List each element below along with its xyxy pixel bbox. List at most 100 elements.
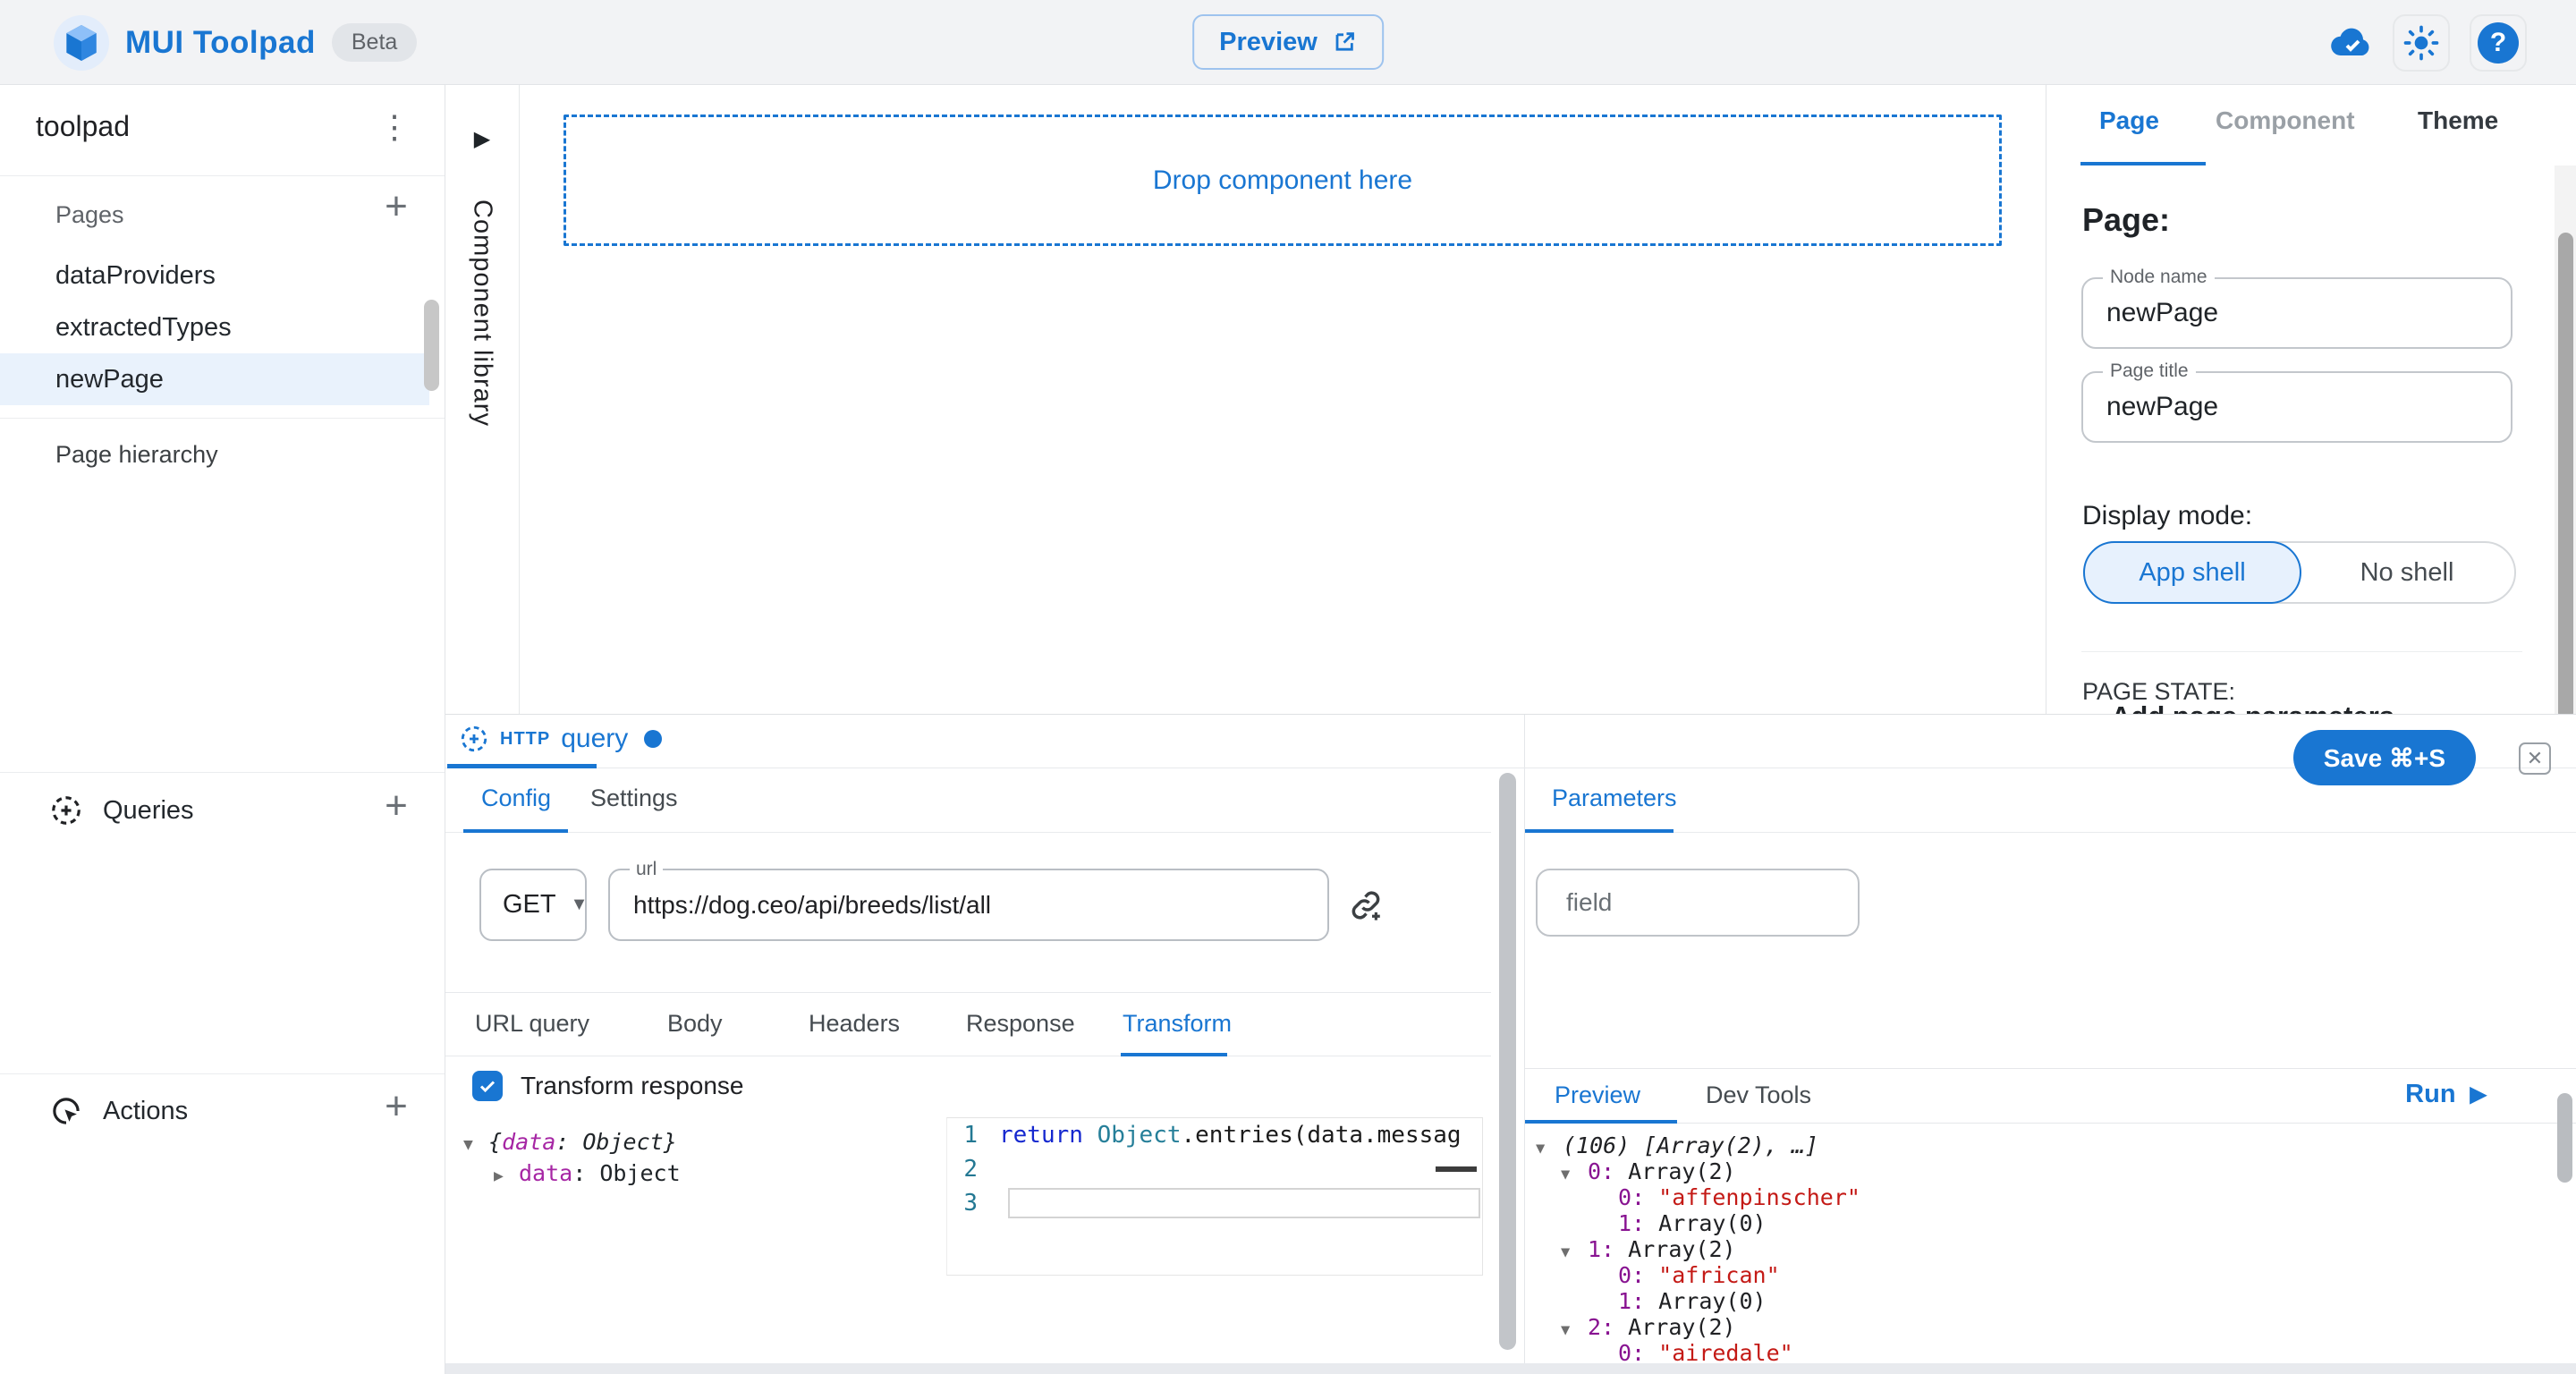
json-row[interactable]: 1: Array(0) [1536,1288,1860,1314]
divider [0,418,445,419]
tab-preview[interactable]: Preview [1555,1081,1640,1109]
query-tab[interactable]: HTTP query [459,724,662,754]
editor-cursor-line-box [1008,1188,1480,1218]
tab-config[interactable]: Config [481,785,551,812]
preview-scrollbar-thumb[interactable] [2557,1093,2572,1183]
page-heading: Page: [2082,201,2170,239]
app-title: MUI Toolpad [125,25,316,61]
queries-label: Queries [103,796,194,826]
add-query-button[interactable]: + [375,785,418,827]
tab-url-query[interactable]: URL query [475,1010,589,1038]
help-button[interactable]: ? [2470,14,2527,72]
tab-component[interactable]: Component [2216,106,2355,135]
actions-icon [49,1094,83,1128]
cloud-synced-icon [2326,25,2373,61]
result-tabs: Preview Dev Tools Run ▶ [1525,1068,2576,1124]
node-name-value: newPage [2106,298,2218,328]
sidebar: toolpad ⋮ Pages + dataProviders extracte… [0,85,445,1374]
tree-node-root[interactable]: ▼{data: Object} [463,1128,681,1159]
tab-body[interactable]: Body [667,1010,723,1038]
save-button[interactable]: Save ⌘+S [2293,730,2476,785]
display-mode-app-shell[interactable]: App shell [2083,541,2301,604]
add-page-button[interactable]: + [375,185,418,228]
http-method-value: GET [503,890,556,920]
expand-panel-icon[interactable]: ▶ [474,126,490,152]
pages-scrollbar[interactable] [424,300,439,391]
tab-page[interactable]: Page [2099,106,2159,135]
display-mode-no-shell[interactable]: No shell [2300,543,2514,602]
bind-url-icon[interactable] [1347,886,1385,924]
transform-code-editor[interactable]: 1 return Object.entries(data.messag 2 3 [946,1117,1483,1276]
active-query-tab-indicator [447,764,597,768]
code-line-1: 1 return Object.entries(data.messag [947,1118,1482,1152]
app-header: MUI Toolpad Beta Preview [0,0,2576,85]
header-icons: ? [2326,0,2527,85]
http-method-select[interactable]: GET ▼ [479,869,587,941]
json-row[interactable]: 0: "affenpinscher" [1536,1184,1860,1210]
json-row[interactable]: ▼2: Array(2) [1536,1314,1860,1340]
run-button[interactable]: Run ▶ [2405,1080,2487,1109]
sidebar-item-extractedtypes[interactable]: extractedTypes [0,301,429,353]
bottom-strip [445,1363,2576,1374]
tab-parameters[interactable]: Parameters [1552,785,1677,812]
config-tabs: Config Settings [445,768,1491,833]
project-name: toolpad [36,110,130,143]
query-config-panel: Config Settings GET ▼ url https://dog.ce… [445,715,1491,1363]
sidebar-item-dataproviders[interactable]: dataProviders [0,250,429,301]
dropzone[interactable]: Drop component here [564,114,2002,246]
json-row[interactable]: 0: "african" [1536,1262,1860,1288]
help-icon: ? [2478,22,2519,64]
component-library-panel[interactable]: ▶ Component library [445,85,520,714]
divider [0,772,445,773]
tab-headers[interactable]: Headers [809,1010,900,1038]
transform-response-label: Transform response [521,1072,744,1100]
node-name-field[interactable]: Node name newPage [2081,277,2512,349]
add-action-button[interactable]: + [375,1085,418,1128]
project-menu-icon[interactable]: ⋮ [378,108,411,146]
transform-response-checkbox[interactable] [472,1071,503,1101]
tab-dev-tools[interactable]: Dev Tools [1706,1081,1811,1109]
preview-json-tree: ▼(106) [Array(2), …] ▼0: Array(2) 0: "af… [1536,1132,1860,1363]
theme-toggle-button[interactable] [2393,14,2450,72]
url-input-value: https://dog.ceo/api/breeds/list/all [633,891,991,920]
page-hierarchy-label: Page hierarchy [55,441,218,469]
divider [0,1073,445,1074]
actions-label: Actions [103,1097,188,1126]
close-query-panel-icon[interactable]: ✕ [2519,742,2551,775]
sidebar-item-newpage[interactable]: newPage [0,353,429,405]
json-row[interactable]: 1: Array(0) [1536,1210,1860,1236]
line-number: 3 [947,1190,999,1217]
tab-settings[interactable]: Settings [590,785,678,812]
open-in-new-icon [1332,30,1357,55]
actions-section-header: Actions [49,1094,188,1128]
query-tabstrip: HTTP query Save ⌘+S ✕ [445,715,2576,768]
dock-scrollbar-thumb[interactable] [1499,773,1516,1350]
url-input[interactable]: url https://dog.ceo/api/breeds/list/all [608,869,1329,941]
parameter-field-input[interactable]: field [1536,869,1860,937]
code-line-3: 3 [947,1186,1482,1220]
line-number: 1 [947,1122,999,1149]
inspector-scrollbar-thumb[interactable] [2558,233,2573,714]
tab-theme[interactable]: Theme [2418,106,2498,135]
preview-button[interactable]: Preview [1192,14,1384,70]
add-page-parameters-button[interactable]: Add page parameters [2111,700,2394,714]
toolpad-logo-icon [54,15,109,71]
inspector-scrollbar[interactable] [2555,165,2576,714]
page-title-field[interactable]: Page title newPage [2081,371,2512,443]
run-button-label: Run [2405,1080,2455,1109]
logo-group: MUI Toolpad Beta [54,0,417,85]
page-title-value: newPage [2106,392,2218,422]
json-row[interactable]: ▼0: Array(2) [1536,1158,1860,1184]
json-row[interactable]: ▼1: Array(2) [1536,1236,1860,1262]
tab-transform[interactable]: Transform [1123,1010,1232,1038]
active-subtab-indicator [1121,1053,1227,1056]
tree-node-data[interactable]: ▶data: Object [463,1159,681,1191]
active-config-tab-indicator [463,829,568,833]
url-input-label: url [630,859,663,880]
transform-scope-tree: ▼{data: Object} ▶data: Object [463,1128,681,1191]
code-scroll-fragment [1436,1166,1477,1172]
dock-scrollbar[interactable] [1491,715,1525,1363]
divider [0,175,445,176]
json-root-row[interactable]: ▼(106) [Array(2), …] [1536,1132,1860,1158]
tab-response[interactable]: Response [966,1010,1075,1038]
